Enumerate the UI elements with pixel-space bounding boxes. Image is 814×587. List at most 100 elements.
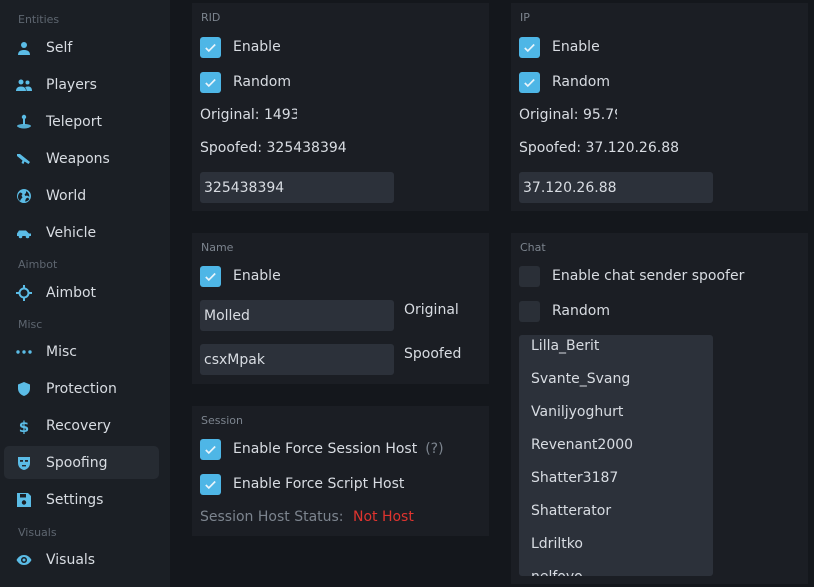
chat-player-list[interactable]: Lilla_Berit Svante_Svang Vaniljyoghurt R… xyxy=(519,335,713,576)
list-item[interactable]: Shatter3187 xyxy=(519,461,713,494)
force-script-host-checkbox[interactable] xyxy=(200,473,221,495)
ip-enable-label: Enable xyxy=(552,39,600,55)
ip-spoofed-text: Spoofed: 37.120.26.88 xyxy=(519,140,680,156)
weapon-icon xyxy=(16,151,32,167)
sidebar-item-misc[interactable]: Misc xyxy=(4,335,159,368)
sidebar-item-label: Protection xyxy=(46,380,117,397)
rid-random-row[interactable]: Random xyxy=(200,71,291,93)
sidebar-item-spoofing[interactable]: Spoofing xyxy=(4,446,159,479)
chat-enable-label: Enable chat sender spoofer xyxy=(552,268,745,284)
sidebar-section-visuals: Visuals xyxy=(18,526,57,539)
rid-enable-label: Enable xyxy=(233,39,281,55)
force-session-host-row[interactable]: Enable Force Session Host (?) xyxy=(200,438,444,460)
crosshair-icon xyxy=(16,284,32,301)
check-icon xyxy=(524,78,535,87)
ip-random-row[interactable]: Random xyxy=(519,71,610,93)
check-icon xyxy=(205,445,216,454)
sidebar-item-aimbot[interactable]: Aimbot xyxy=(4,276,159,309)
globe-icon xyxy=(16,188,32,204)
sidebar-item-visuals[interactable]: Visuals xyxy=(4,543,159,576)
check-icon xyxy=(205,43,216,52)
car-icon xyxy=(16,225,32,241)
list-item[interactable]: Lilla_Berit xyxy=(519,335,713,362)
ip-enable-row[interactable]: Enable xyxy=(519,36,600,58)
rid-panel-title: RID xyxy=(201,11,221,24)
chat-random-label: Random xyxy=(552,303,610,319)
sidebar-item-label: Teleport xyxy=(46,113,102,130)
check-icon xyxy=(205,480,216,489)
person-icon xyxy=(16,40,32,56)
list-item[interactable]: Ldriltko xyxy=(519,527,713,560)
force-script-host-row[interactable]: Enable Force Script Host xyxy=(200,473,404,495)
chat-enable-checkbox[interactable] xyxy=(519,265,540,287)
session-panel-title: Session xyxy=(201,414,243,427)
list-item[interactable]: Vaniljyoghurt xyxy=(519,395,713,428)
session-host-status-label: Session Host Status: xyxy=(200,509,344,525)
ip-random-checkbox[interactable] xyxy=(519,71,540,93)
ip-original-text: Original: 95.79. xyxy=(519,107,617,123)
shield-icon xyxy=(16,381,32,397)
force-session-host-label: Enable Force Session Host xyxy=(233,441,418,457)
name-enable-label: Enable xyxy=(233,268,281,284)
teleport-icon xyxy=(16,114,32,130)
sidebar-item-label: Players xyxy=(46,76,97,93)
list-item[interactable]: Revenant2000 xyxy=(519,428,713,461)
ip-input[interactable]: 37.120.26.88 xyxy=(519,172,713,203)
sidebar-item-vehicle[interactable]: Vehicle xyxy=(4,216,159,249)
check-icon xyxy=(205,78,216,87)
force-script-host-label: Enable Force Script Host xyxy=(233,476,405,492)
force-session-host-checkbox[interactable] xyxy=(200,438,221,460)
rid-random-checkbox[interactable] xyxy=(200,71,221,93)
sidebar-item-label: Misc xyxy=(46,343,77,360)
svg-text:$: $ xyxy=(19,418,29,434)
session-host-status-value: Not Host xyxy=(352,509,414,525)
list-item[interactable]: Shatterator xyxy=(519,494,713,527)
sidebar-item-label: Aimbot xyxy=(46,284,97,301)
chat-enable-row[interactable]: Enable chat sender spoofer xyxy=(519,265,744,287)
sidebar-item-teleport[interactable]: Teleport xyxy=(4,105,159,138)
mask-icon xyxy=(16,455,32,471)
session-host-status: Session Host Status: Not Host xyxy=(200,509,414,525)
sidebar-item-label: World xyxy=(46,187,87,204)
sidebar-section-misc: Misc xyxy=(18,318,43,331)
dollar-icon: $ xyxy=(16,418,32,434)
sidebar-item-self[interactable]: Self xyxy=(4,31,159,64)
name-panel-title: Name xyxy=(201,241,234,254)
chat-random-checkbox[interactable] xyxy=(519,300,540,322)
sidebar-item-weapons[interactable]: Weapons xyxy=(4,142,159,175)
chat-random-row[interactable]: Random xyxy=(519,300,610,322)
rid-enable-checkbox[interactable] xyxy=(200,36,221,58)
name-enable-checkbox[interactable] xyxy=(200,265,221,287)
sidebar-item-world[interactable]: World xyxy=(4,179,159,212)
sidebar: Entities Self Players Teleport Weapons W… xyxy=(0,0,170,587)
sidebar-item-label: Self xyxy=(46,39,73,56)
sidebar-section-entities: Entities xyxy=(18,13,60,26)
ip-enable-checkbox[interactable] xyxy=(519,36,540,58)
save-icon xyxy=(16,492,32,508)
name-original-input[interactable]: Molled xyxy=(200,300,394,331)
name-original-label: Original xyxy=(404,302,459,318)
sidebar-item-label: Recovery xyxy=(46,417,111,434)
sidebar-item-label: Settings xyxy=(46,491,104,508)
check-icon xyxy=(205,272,216,281)
sidebar-item-label: Weapons xyxy=(46,150,110,167)
list-item[interactable]: Svante_Svang xyxy=(519,362,713,395)
chat-panel-title: Chat xyxy=(520,241,546,254)
rid-random-label: Random xyxy=(233,74,291,90)
sidebar-section-aimbot: Aimbot xyxy=(18,258,58,271)
ip-random-label: Random xyxy=(552,74,610,90)
name-enable-row[interactable]: Enable xyxy=(200,265,281,287)
dots-icon xyxy=(16,344,32,360)
sidebar-item-protection[interactable]: Protection xyxy=(4,372,159,405)
sidebar-item-recovery[interactable]: $ Recovery xyxy=(4,409,159,442)
help-tooltip[interactable]: (?) xyxy=(425,441,443,457)
sidebar-item-players[interactable]: Players xyxy=(4,68,159,101)
sidebar-item-settings[interactable]: Settings xyxy=(4,483,159,516)
players-icon xyxy=(16,77,32,93)
rid-input[interactable]: 325438394 xyxy=(200,172,394,203)
sidebar-item-label: Visuals xyxy=(46,551,96,568)
name-spoofed-input[interactable]: csxMpak xyxy=(200,344,394,375)
sidebar-item-label: Vehicle xyxy=(46,224,97,241)
list-item[interactable]: nelfoyo xyxy=(519,560,713,577)
rid-enable-row[interactable]: Enable xyxy=(200,36,281,58)
